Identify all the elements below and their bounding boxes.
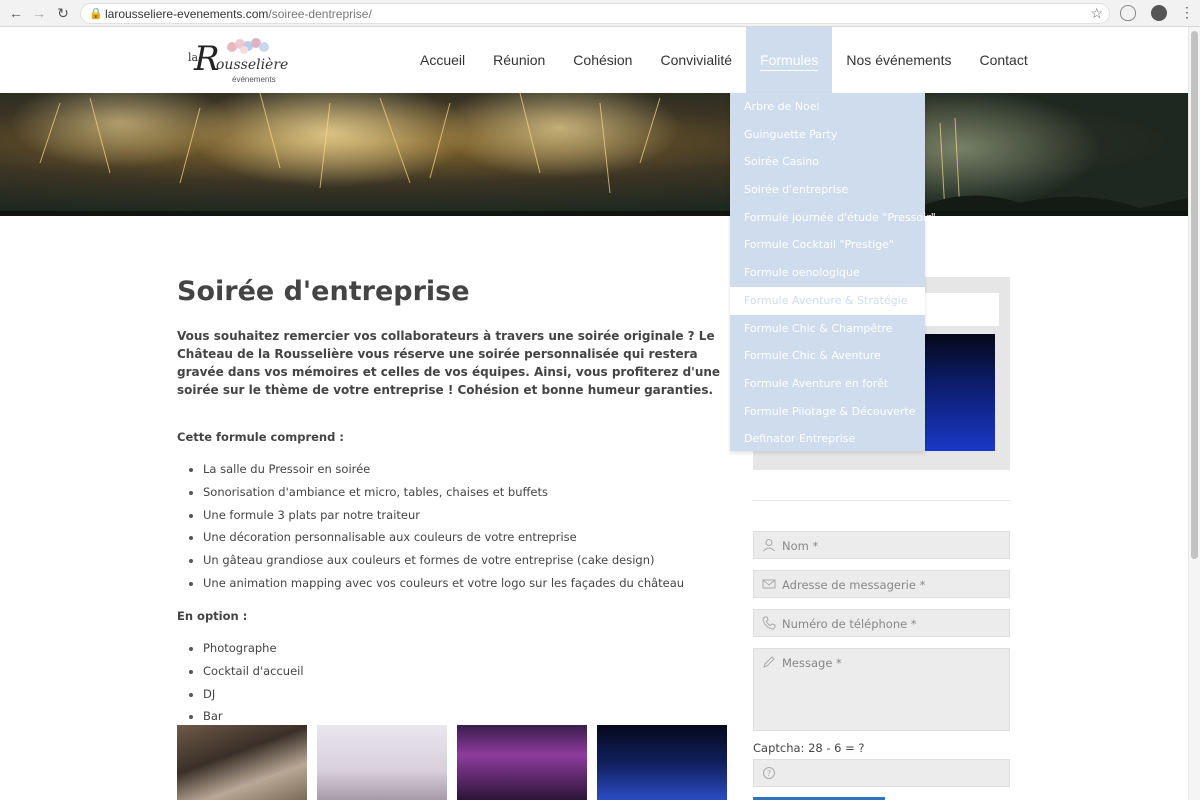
pencil-icon [762,655,776,669]
email-field[interactable]: Adresse de messagerie * [753,570,1010,598]
includes-label: Cette formule comprend : [177,430,344,444]
dropdown-item-aventure-foret[interactable]: Formule Aventure en forêt [730,370,925,398]
captcha-label: Captcha: 28 - 6 = ? [753,741,865,755]
options-label: En option : [177,609,248,623]
logo-bouquet-icon [227,38,269,54]
nav-item-accueil[interactable]: Accueil [406,27,479,93]
dropdown-item-soiree-entreprise[interactable]: Soirée d'entreprise [730,176,925,204]
phone-placeholder: Numéro de téléphone * [782,617,917,631]
dropdown-item-oenologique[interactable]: Formule oenologique [730,259,925,287]
options-list: Photographe Cocktail d'accueil DJ Bar [189,637,304,728]
mail-icon [762,577,776,591]
captcha-field[interactable]: ? [753,759,1010,787]
nav-item-cohesion[interactable]: Cohésion [559,27,646,93]
main-nav: Accueil Réunion Cohésion Convivialité Fo… [406,27,1042,93]
dropdown-item-aventure-strategie[interactable]: Formule Aventure & Stratégie [730,286,925,315]
phone-icon [762,616,776,630]
nav-item-contact[interactable]: Contact [965,27,1041,93]
list-item: DJ [189,683,304,706]
gallery-photo-castle-night[interactable] [597,725,727,800]
list-item: Cocktail d'accueil [189,660,304,683]
logo-subtitle: événements [232,75,276,84]
user-icon [762,538,776,552]
dropdown-item-arbre-de-noel[interactable]: Arbre de Noel [730,93,925,121]
page-title: Soirée d'entreprise [177,276,470,307]
reload-icon[interactable]: ↻ [55,5,71,21]
name-field[interactable]: Nom * [753,531,1010,559]
hero-banner-fireworks [0,93,1188,216]
list-item: Photographe [189,637,304,660]
back-arrow-icon[interactable]: ← [8,5,24,21]
dropdown-item-pilotage-decouverte[interactable]: Formule Pilotage & Découverte [730,398,925,426]
scrollbar-thumb[interactable] [1191,31,1198,559]
list-item: Une formule 3 plats par notre traiteur [188,504,684,527]
site-header: la R ousselière événements Accueil Réuni… [0,27,1188,93]
list-item: Une animation mapping avec vos couleurs … [188,572,684,595]
gallery-photo-table-decor[interactable] [317,725,447,800]
profile-avatar-icon[interactable] [1151,5,1167,21]
url-text: larousseliere-evenements.com/soiree-dent… [105,7,372,21]
url-path: /soiree-dentreprise/ [268,7,372,21]
includes-list: La salle du Pressoir en soirée Sonorisat… [188,458,684,595]
gallery-photo-party-hall[interactable] [457,725,587,800]
lock-icon: 🔒 [89,8,103,20]
browser-toolbar: ← → ↻ 🔒 larousseliere-evenements.com/soi… [0,0,1200,27]
logo-name: ousselière [216,57,289,73]
forward-arrow-icon[interactable]: → [31,5,47,21]
message-placeholder: Message * [782,656,842,670]
url-domain: larousseliere-evenements.com [105,7,269,21]
dropdown-item-chic-aventure[interactable]: Formule Chic & Aventure [730,342,925,370]
page-scrollbar[interactable] [1188,27,1200,800]
site-logo[interactable]: la R ousselière événements [186,35,288,87]
dropdown-item-journee-etude[interactable]: Formule journée d'étude "Pressoir" [730,204,936,232]
question-icon: ? [762,766,776,780]
name-placeholder: Nom * [782,539,819,553]
gallery-photo-cocktail[interactable] [177,725,307,800]
dropdown-item-chic-champetre[interactable]: Formule Chic & Champêtre [730,315,925,343]
photo-gallery [177,725,727,800]
sidebar-divider [753,500,1010,501]
nav-item-reunion[interactable]: Réunion [479,27,559,93]
dropdown-item-guinguette-party[interactable]: Guinguette Party [730,121,925,149]
list-item: Une décoration personnalisable aux coule… [188,526,684,549]
bookmark-star-icon[interactable]: ☆ [1090,5,1103,22]
formules-dropdown-menu: Arbre de Noel Guinguette Party Soirée Ca… [730,93,936,453]
nav-item-convivialite[interactable]: Convivialité [646,27,746,93]
dropdown-item-definator[interactable]: Definator Entreprise [730,425,925,453]
list-item: Sonorisation d'ambiance et micro, tables… [188,481,684,504]
dropdown-item-cocktail-prestige[interactable]: Formule Cocktail "Prestige" [730,231,925,259]
email-placeholder: Adresse de messagerie * [782,578,926,592]
fireworks-image [0,93,1188,216]
address-bar[interactable]: 🔒 larousseliere-evenements.com/soiree-de… [80,3,1110,24]
message-field[interactable]: Message * [753,648,1010,731]
extension-shield-icon[interactable] [1120,5,1136,21]
nav-item-formules[interactable]: Formules [746,27,833,93]
svg-text:?: ? [767,769,771,778]
intro-paragraph: Vous souhaitez remercier vos collaborate… [177,329,721,397]
kebab-menu-icon[interactable]: ⋮ [1180,4,1194,20]
phone-field[interactable]: Numéro de téléphone * [753,609,1010,637]
dropdown-item-soiree-casino[interactable]: Soirée Casino [730,148,925,176]
list-item: La salle du Pressoir en soirée [188,458,684,481]
nav-item-nos-evenements[interactable]: Nos événements [832,27,965,93]
list-item: Un gâteau grandiose aux couleurs et form… [188,549,684,572]
